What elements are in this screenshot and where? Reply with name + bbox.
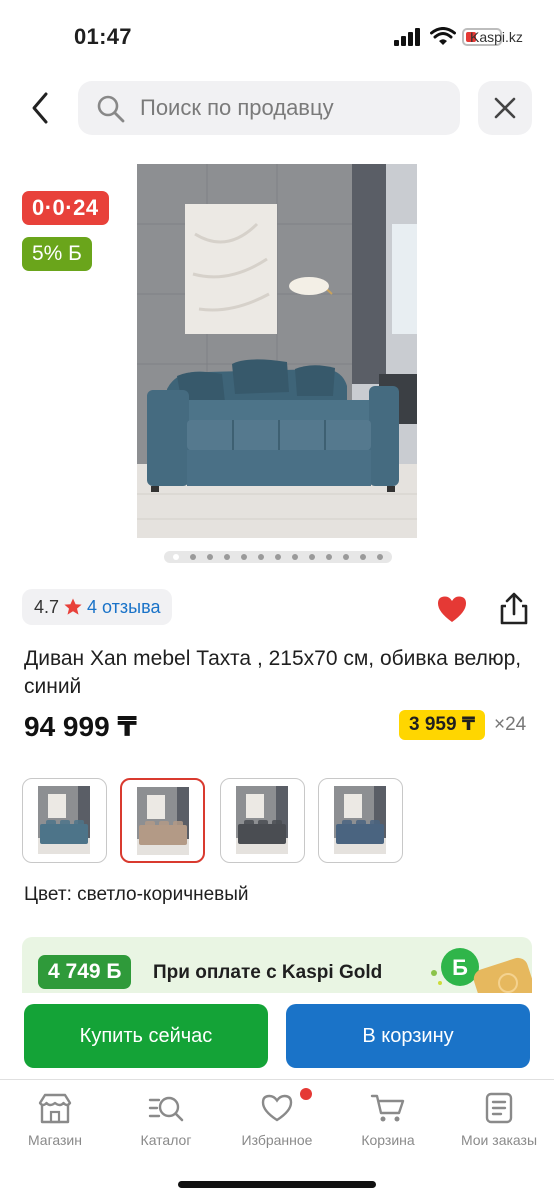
rating-value: 4.7 [34, 596, 60, 617]
gallery-dot[interactable] [325, 554, 332, 560]
gallery-dot[interactable] [342, 554, 349, 560]
gallery-dot[interactable] [241, 554, 248, 560]
favorites-notification-dot [300, 1088, 312, 1100]
gallery-dot[interactable] [291, 554, 298, 560]
gallery-dot[interactable] [274, 554, 281, 560]
gallery-dot[interactable] [224, 554, 231, 560]
nav-label: Корзина [361, 1132, 415, 1148]
back-button[interactable] [24, 90, 60, 126]
search-icon [97, 95, 125, 123]
nav-item-catalog[interactable]: Каталог [111, 1092, 221, 1148]
sofa-thumbnail-image [38, 786, 90, 854]
installment-badge: 0·0·24 [22, 191, 109, 225]
catalog-search-icon [148, 1096, 184, 1122]
heart-outline-icon [261, 1094, 293, 1122]
variant-thumbnail-light-brown[interactable] [120, 778, 205, 863]
nav-item-store[interactable]: Магазин [0, 1092, 110, 1148]
gallery-dot[interactable] [173, 554, 180, 560]
variant-thumbnail-graphite[interactable] [220, 778, 305, 863]
store-icon [38, 1093, 72, 1124]
wifi-icon [430, 27, 456, 45]
nav-label: Магазин [27, 1132, 82, 1148]
gallery-dot[interactable] [207, 554, 214, 560]
sofa-thumbnail-image [137, 787, 189, 855]
share-button[interactable] [498, 592, 530, 631]
nav-label: Мои заказы [460, 1132, 538, 1148]
gallery-dot[interactable] [190, 554, 197, 560]
nav-item-orders[interactable]: Мои заказы [444, 1092, 554, 1148]
status-bar: 01:47 Kaspi.kz [0, 0, 554, 74]
sofa-thumbnail-image [334, 786, 386, 854]
share-icon [500, 592, 528, 625]
selected-color-label: Цвет: светло-коричневый [24, 884, 249, 905]
nav-label: Избранное [241, 1132, 313, 1148]
product-title: Диван Xan mebel Тахта , 215x70 см, обивк… [24, 647, 522, 698]
product-image[interactable] [137, 164, 417, 538]
gold-banner-text: При оплате с Kaspi Gold [153, 962, 383, 983]
rating-chip[interactable]: 4.7 4 отзыва [22, 589, 173, 625]
gold-bonus-amount: 4 749 Б [38, 955, 132, 989]
gallery-dot[interactable] [258, 554, 265, 560]
installment-months: ×24 [494, 714, 527, 735]
product-price: 94 999 ₸ [24, 711, 137, 742]
close-button[interactable] [478, 81, 532, 135]
reviews-link[interactable]: 4 отзыва [87, 597, 160, 618]
sofa-thumbnail-image [236, 786, 288, 854]
gallery-dot[interactable] [308, 554, 315, 560]
chevron-left-icon [32, 92, 48, 124]
variant-thumbnail-navy[interactable] [318, 778, 403, 863]
kaspi-bonus-coin-icon: Б [431, 948, 532, 993]
status-carrier: Kaspi.kz [470, 29, 523, 45]
buy-now-button[interactable]: Купить сейчас [24, 1004, 268, 1068]
home-indicator [178, 1181, 376, 1188]
favorite-button[interactable] [436, 594, 468, 629]
gallery-dots [164, 551, 392, 563]
status-time: 01:47 [74, 24, 132, 49]
kaspi-gold-banner[interactable]: 4 749 Б При оплате с Kaspi Gold Б [22, 937, 532, 993]
cart-icon [370, 1094, 405, 1122]
signal-icon [394, 28, 420, 46]
bonus-badge: 5% Б [22, 237, 92, 271]
nav-item-cart[interactable]: Корзина [333, 1092, 443, 1148]
monthly-payment-badge: 3 959 ₸ [399, 710, 486, 740]
sofa-photo-illustration [137, 164, 417, 538]
variant-thumbnail-blue[interactable] [22, 778, 107, 863]
search-input[interactable] [140, 89, 440, 127]
gallery-dot[interactable] [376, 554, 383, 560]
heart-icon [438, 596, 466, 622]
add-to-cart-button[interactable]: В корзину [286, 1004, 530, 1068]
gallery-dot[interactable] [359, 554, 366, 560]
orders-icon [485, 1092, 513, 1124]
nav-item-favorites[interactable]: Избранное [222, 1092, 332, 1148]
close-icon [494, 97, 516, 119]
search-box[interactable] [78, 81, 460, 135]
nav-label: Каталог [140, 1132, 192, 1148]
star-icon [64, 598, 82, 615]
svg-text:Б: Б [452, 955, 468, 980]
